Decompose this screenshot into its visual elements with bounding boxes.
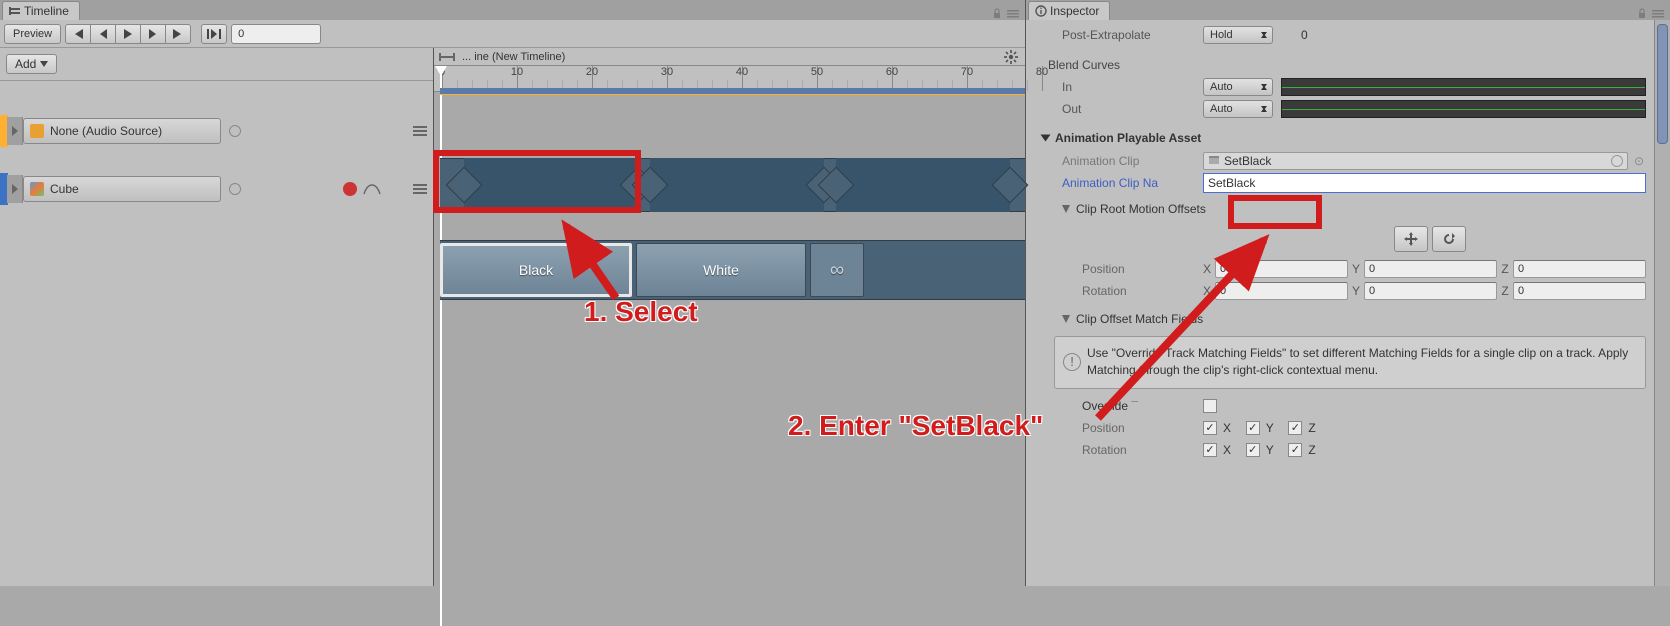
timeline-settings-button[interactable] bbox=[1001, 49, 1021, 65]
preview-button[interactable]: Preview bbox=[4, 24, 61, 44]
annotation-text-2: 2. Enter "SetBlack" bbox=[788, 410, 1043, 442]
play-button[interactable] bbox=[115, 24, 141, 44]
post-extrapolate-dropdown[interactable]: Hold bbox=[1203, 26, 1273, 44]
clip-white[interactable]: White bbox=[636, 243, 806, 297]
timeline-asset-path: ... ine (New Timeline) bbox=[462, 51, 565, 63]
track-binding-field[interactable] bbox=[23, 176, 221, 202]
track-menu-icon[interactable] bbox=[413, 184, 427, 194]
timeline-panel: Timeline Preview bbox=[0, 0, 1026, 586]
go-start-button[interactable] bbox=[65, 24, 91, 44]
rotate-tool-button[interactable] bbox=[1432, 226, 1466, 252]
object-picker-icon[interactable]: ⊙ bbox=[1632, 154, 1646, 168]
curves-button[interactable] bbox=[363, 181, 381, 198]
lock-icon[interactable] bbox=[1636, 8, 1648, 20]
annotation-arrow-2 bbox=[1088, 234, 1288, 424]
animation-clip-field[interactable]: SetBlack bbox=[1203, 152, 1628, 170]
gameobject-icon bbox=[30, 182, 44, 196]
track-header-audio[interactable] bbox=[0, 115, 433, 147]
animation-clip-name-input[interactable] bbox=[1203, 173, 1646, 193]
move-tool-button[interactable] bbox=[1394, 226, 1428, 252]
ruler-tick-label: 70 bbox=[961, 66, 973, 78]
audio-source-icon bbox=[30, 124, 44, 138]
pos-z-checkbox[interactable] bbox=[1288, 421, 1302, 435]
foldout-arrow-icon bbox=[1041, 135, 1051, 142]
inspector-tab[interactable]: Inspector bbox=[1028, 1, 1110, 20]
rot-z-checkbox[interactable] bbox=[1288, 443, 1302, 457]
info-icon: ! bbox=[1063, 353, 1081, 371]
audio-clip[interactable] bbox=[650, 158, 824, 212]
inspector-scrollbar[interactable] bbox=[1654, 20, 1670, 586]
lock-icon[interactable] bbox=[991, 8, 1003, 20]
animation-clip-name-label: Animation Clip Na bbox=[1034, 176, 1199, 190]
clip-infinite[interactable]: ∞ bbox=[810, 243, 864, 297]
blend-in-label: In bbox=[1034, 80, 1199, 94]
track-binding-field[interactable] bbox=[23, 118, 221, 144]
position-z-field[interactable] bbox=[1513, 260, 1646, 278]
inspector-tab-label: Inspector bbox=[1050, 4, 1099, 18]
frame-field[interactable] bbox=[231, 24, 321, 44]
scrollbar-thumb[interactable] bbox=[1657, 24, 1668, 144]
clip-root-motion-foldout[interactable]: Clip Root Motion Offsets bbox=[1034, 202, 1206, 216]
track-name-input[interactable] bbox=[50, 124, 190, 138]
track-drag-handle[interactable] bbox=[7, 117, 23, 145]
track-name-input[interactable] bbox=[50, 182, 190, 196]
ruler-tick-label: 30 bbox=[661, 66, 673, 78]
ruler-tick-label: 50 bbox=[811, 66, 823, 78]
rotation-match-label: Rotation bbox=[1034, 443, 1199, 457]
blend-in-curve[interactable] bbox=[1281, 78, 1646, 96]
audio-clip[interactable] bbox=[836, 158, 1010, 212]
go-end-button[interactable] bbox=[165, 24, 191, 44]
position-y-field[interactable] bbox=[1364, 260, 1497, 278]
rot-x-checkbox[interactable] bbox=[1203, 443, 1217, 457]
blend-in-dropdown[interactable]: Auto bbox=[1203, 78, 1273, 96]
track-header-column: Add bbox=[0, 48, 434, 586]
timeline-tab-label: Timeline bbox=[24, 4, 69, 18]
track-menu-icon[interactable] bbox=[413, 126, 427, 136]
blend-out-dropdown[interactable]: Auto bbox=[1203, 100, 1273, 118]
ruler-tick-label: 60 bbox=[886, 66, 898, 78]
playhead[interactable] bbox=[440, 66, 442, 626]
animclip-icon bbox=[1208, 155, 1220, 167]
infinity-icon: ∞ bbox=[830, 259, 844, 282]
track-drag-handle[interactable] bbox=[7, 175, 23, 203]
range-mode-icon[interactable] bbox=[438, 51, 456, 63]
annotation-arrow-1 bbox=[556, 218, 646, 308]
post-extrapolate-value: 0 bbox=[1301, 28, 1308, 42]
object-picker-icon[interactable] bbox=[229, 125, 241, 137]
next-frame-button[interactable] bbox=[140, 24, 166, 44]
ruler-tick-label: 20 bbox=[586, 66, 598, 78]
add-track-button[interactable]: Add bbox=[6, 54, 57, 74]
rotation-y-field[interactable] bbox=[1364, 282, 1497, 300]
record-button[interactable] bbox=[343, 182, 357, 196]
ruler-tick-label: 80 bbox=[1036, 66, 1048, 78]
panel-menu-icon[interactable] bbox=[1007, 8, 1019, 20]
track-header-animation[interactable] bbox=[0, 173, 433, 205]
timeline-clip-area[interactable]: ... ine (New Timeline) 01020304050607080 bbox=[434, 48, 1025, 586]
animation-clip-label: Animation Clip bbox=[1034, 154, 1199, 168]
playback-range[interactable] bbox=[440, 88, 1025, 95]
annotation-text-1: 1. Select bbox=[584, 296, 698, 328]
object-picker-icon[interactable] bbox=[1611, 155, 1623, 167]
rotation-z-field[interactable] bbox=[1513, 282, 1646, 300]
blend-out-label: Out bbox=[1034, 102, 1199, 116]
ruler-tick-label: 10 bbox=[511, 66, 523, 78]
timeline-icon bbox=[9, 5, 21, 17]
inspector-icon bbox=[1035, 5, 1047, 17]
object-picker-icon[interactable] bbox=[229, 183, 241, 195]
prev-frame-button[interactable] bbox=[90, 24, 116, 44]
rot-y-checkbox[interactable] bbox=[1246, 443, 1260, 457]
inspector-tab-bar: Inspector bbox=[1026, 0, 1670, 20]
audio-clip[interactable] bbox=[464, 158, 638, 212]
timeline-tab-bar: Timeline bbox=[0, 0, 1025, 20]
timeline-tab[interactable]: Timeline bbox=[2, 1, 80, 20]
play-range-button[interactable] bbox=[201, 24, 227, 44]
blend-out-curve[interactable] bbox=[1281, 100, 1646, 118]
playable-asset-header[interactable]: Animation Playable Asset bbox=[1034, 126, 1646, 150]
ruler-tick-label: 40 bbox=[736, 66, 748, 78]
panel-menu-icon[interactable] bbox=[1652, 8, 1664, 20]
post-extrapolate-label: Post-Extrapolate bbox=[1034, 28, 1199, 42]
timeline-toolbar: Preview bbox=[0, 20, 1025, 48]
